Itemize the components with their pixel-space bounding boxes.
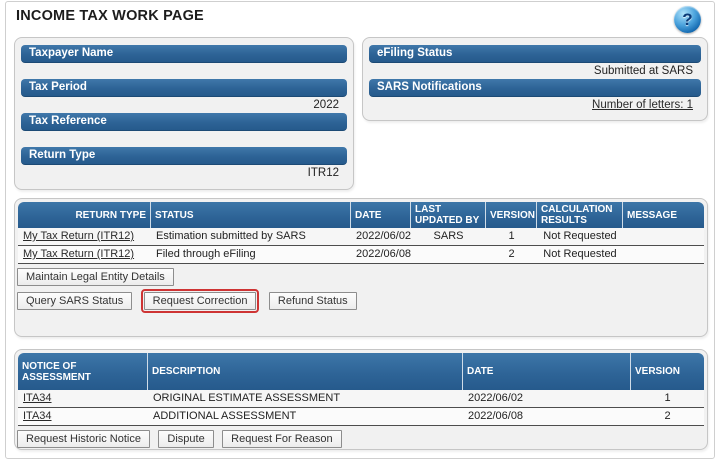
returns-header-version: VERSION [486,202,537,228]
notices-header-description: DESCRIPTION [148,353,463,390]
my-tax-return-link[interactable]: My Tax Return (ITR12) [23,230,134,242]
returns-header-date: DATE [351,202,411,228]
help-icon[interactable]: ? [674,6,701,33]
returns-table-header-row: RETURN TYPE STATUS DATE LAST UPDATED BY … [18,202,704,228]
table-row: ITA34 ADDITIONAL ASSESSMENT 2022/06/08 2 [18,408,704,426]
taxpayer-info-panel: Taxpayer Name Tax Period 2022 Tax Refere… [14,37,354,190]
taxpayer-name-header: Taxpayer Name [21,45,347,63]
returns-table-panel: RETURN TYPE STATUS DATE LAST UPDATED BY … [14,198,708,337]
tax-reference-value [15,131,353,147]
notices-table-header-row: NOTICE OF ASSESSMENT DESCRIPTION DATE VE… [18,353,704,390]
request-historic-notice-button[interactable]: Request Historic Notice [17,430,150,448]
tax-period-value: 2022 [15,97,353,113]
notices-header-notice-of-assessment: NOTICE OF ASSESSMENT [18,353,148,390]
notice-version-cell: 1 [631,390,704,407]
query-sars-status-button[interactable]: Query SARS Status [17,292,132,310]
efiling-status-header: eFiling Status [369,45,701,63]
notices-header-version: VERSION [631,353,704,390]
returns-header-status: STATUS [151,202,351,228]
returns-header-last-updated-by: LAST UPDATED BY [411,202,486,228]
table-row: My Tax Return (ITR12) Estimation submitt… [18,228,704,246]
return-message-cell [623,228,704,245]
taxpayer-name-value [15,63,353,79]
table-row: ITA34 ORIGINAL ESTIMATE ASSESSMENT 2022/… [18,390,704,408]
refund-status-button[interactable]: Refund Status [269,292,357,310]
return-calc-results-cell: Not Requested [537,228,623,245]
notice-version-cell: 2 [631,408,704,425]
returns-header-message: MESSAGE [623,202,704,228]
table-row: My Tax Return (ITR12) Filed through eFil… [18,246,704,264]
work-page-container: INCOME TAX WORK PAGE ? Taxpayer Name Tax… [5,1,715,459]
request-correction-button[interactable]: Request Correction [144,292,257,310]
efiling-status-panel: eFiling Status Submitted at SARS SARS No… [362,37,708,121]
return-calc-results-cell: Not Requested [537,246,623,263]
notice-description-cell: ORIGINAL ESTIMATE ASSESSMENT [148,390,463,407]
ita34-link[interactable]: ITA34 [23,392,52,404]
tax-reference-header: Tax Reference [21,113,347,131]
return-date-cell: 2022/06/08 [351,246,411,263]
notices-header-date: DATE [463,353,631,390]
return-version-cell: 1 [486,228,537,245]
returns-header-return-type: RETURN TYPE [18,202,151,228]
notices-table-panel: NOTICE OF ASSESSMENT DESCRIPTION DATE VE… [14,349,708,450]
page-title: INCOME TAX WORK PAGE [16,8,204,24]
sars-notifications-header: SARS Notifications [369,79,701,97]
return-status-cell: Filed through eFiling [151,246,351,263]
number-of-letters-link[interactable]: Number of letters: 1 [592,99,693,111]
dispute-button[interactable]: Dispute [158,430,213,448]
efiling-status-value: Submitted at SARS [363,63,707,79]
request-for-reason-button[interactable]: Request For Reason [222,430,342,448]
ita34-link[interactable]: ITA34 [23,410,52,422]
return-type-value: ITR12 [15,165,353,181]
my-tax-return-link[interactable]: My Tax Return (ITR12) [23,248,134,260]
tax-period-header: Tax Period [21,79,347,97]
return-status-cell: Estimation submitted by SARS [151,228,351,245]
return-updated-by-cell [411,246,486,263]
notice-date-cell: 2022/06/08 [463,408,631,425]
notice-date-cell: 2022/06/02 [463,390,631,407]
returns-header-calculation-results: CALCULATION RESULTS [537,202,623,228]
return-updated-by-cell: SARS [411,228,486,245]
return-type-header: Return Type [21,147,347,165]
return-version-cell: 2 [486,246,537,263]
maintain-legal-entity-details-button[interactable]: Maintain Legal Entity Details [17,268,174,286]
return-message-cell [623,246,704,263]
return-date-cell: 2022/06/02 [351,228,411,245]
notice-description-cell: ADDITIONAL ASSESSMENT [148,408,463,425]
